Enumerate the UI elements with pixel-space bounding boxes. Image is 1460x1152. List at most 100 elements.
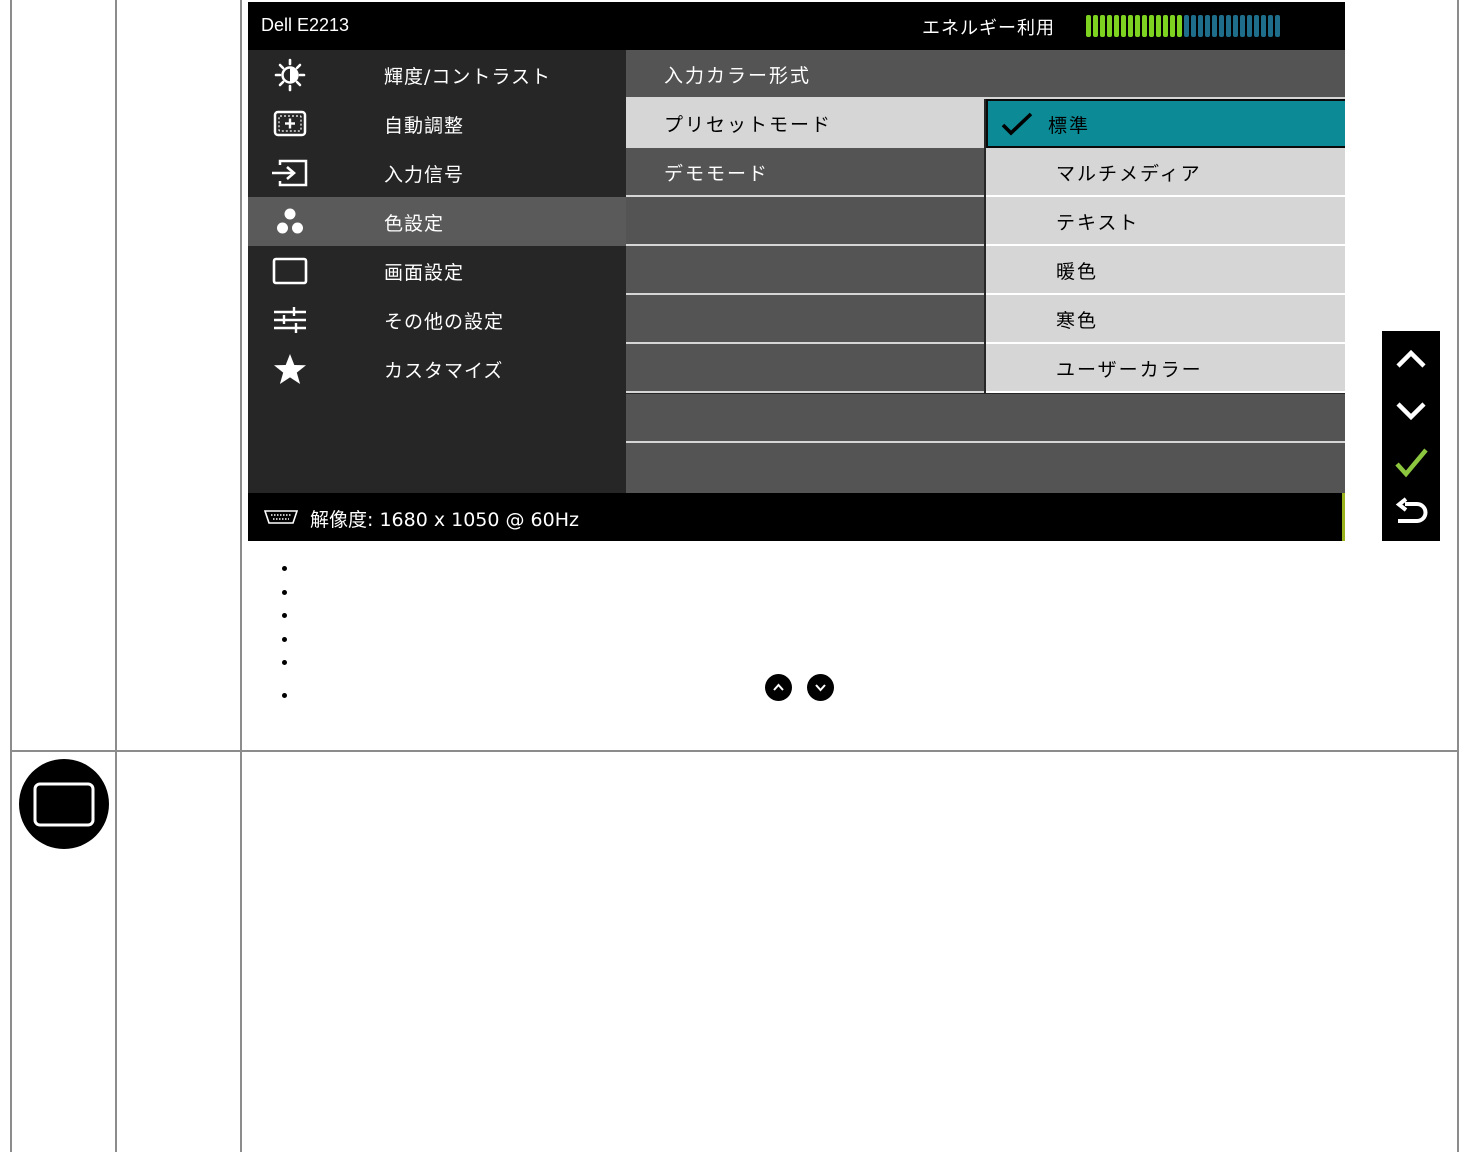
resolution-text: 解像度: 1680 x 1050 @ 60Hz <box>310 509 579 531</box>
submenu-empty-row <box>626 295 984 344</box>
submenu-empty-row <box>626 197 984 246</box>
energy-segment <box>1212 15 1217 37</box>
up-arrow-icon[interactable] <box>1393 341 1429 377</box>
option-text[interactable]: テキスト <box>986 197 1345 246</box>
submenu-empty-row <box>626 344 984 393</box>
submenu-input-color-format[interactable]: 入力カラー形式 <box>626 50 984 99</box>
up-button-icon <box>765 674 792 701</box>
display-settings-icon <box>272 257 308 285</box>
energy-segment <box>1261 15 1266 37</box>
list-bullet <box>282 590 287 595</box>
menu-label: 自動調整 <box>384 115 465 137</box>
main-menu: 輝度/コントラスト 自動調整 入力信号 色設定 画面設定 その他の設定 カスタマ… <box>248 50 626 493</box>
submenu-label: 入力カラー形式 <box>664 65 812 87</box>
energy-segment <box>1205 15 1210 37</box>
energy-segment <box>1240 15 1245 37</box>
vga-connector-icon <box>263 510 299 524</box>
option-label: 標準 <box>1048 115 1091 137</box>
list-bullet <box>282 613 287 618</box>
submenu-preset-mode[interactable]: プリセットモード <box>626 99 984 148</box>
energy-segment <box>1149 15 1154 37</box>
display-settings-icon <box>19 759 109 849</box>
option-standard[interactable]: 標準 <box>986 99 1345 148</box>
option-label: 寒色 <box>1056 310 1099 332</box>
energy-segment <box>1191 15 1196 37</box>
menu-label: 入力信号 <box>384 164 465 186</box>
table-border-left <box>10 0 12 1152</box>
options-empty-row <box>626 394 1345 443</box>
menu-item-auto-adjust[interactable]: 自動調整 <box>248 99 626 148</box>
down-arrow-icon[interactable] <box>1393 393 1429 429</box>
energy-segment <box>1100 15 1105 37</box>
table-border-right <box>1457 0 1459 1152</box>
submenu-empty-row <box>626 246 984 295</box>
energy-segment <box>1219 15 1224 37</box>
energy-segment <box>1233 15 1238 37</box>
option-cool[interactable]: 寒色 <box>986 295 1345 344</box>
energy-segment <box>1156 15 1161 37</box>
table-row-divider <box>10 750 1459 752</box>
back-icon[interactable] <box>1393 497 1429 533</box>
option-warm[interactable]: 暖色 <box>986 246 1345 295</box>
menu-label: 輝度/コントラスト <box>384 66 552 88</box>
osd-menu: Dell E2213 エネルギー利用 輝度/コントラスト 自動調整 入力信号 色… <box>248 2 1345 541</box>
options-empty-row <box>626 443 1345 493</box>
footer-accent <box>1342 493 1345 541</box>
energy-meter <box>1086 15 1280 37</box>
energy-segment <box>1086 15 1091 37</box>
down-button-icon <box>807 674 834 701</box>
color-settings-icon <box>277 208 303 234</box>
energy-segment <box>1128 15 1133 37</box>
star-icon <box>274 354 306 384</box>
energy-segment <box>1121 15 1126 37</box>
energy-segment <box>1254 15 1259 37</box>
osd-header: Dell E2213 エネルギー利用 <box>248 2 1345 50</box>
menu-item-input-source[interactable]: 入力信号 <box>248 148 626 197</box>
energy-segment <box>1226 15 1231 37</box>
brightness-icon <box>274 58 306 92</box>
osd-navigation <box>1382 331 1440 541</box>
check-icon[interactable] <box>1393 445 1429 481</box>
energy-segment <box>1135 15 1140 37</box>
energy-segment <box>1107 15 1112 37</box>
submenu-label: プリセットモード <box>664 114 833 136</box>
option-multimedia[interactable]: マルチメディア <box>986 148 1345 197</box>
list-bullet <box>282 660 287 665</box>
options-empty-row <box>984 50 1345 99</box>
input-source-icon <box>272 159 308 187</box>
option-label: 暖色 <box>1056 261 1099 283</box>
other-settings-icon <box>274 307 306 333</box>
energy-segment <box>1093 15 1098 37</box>
menu-item-other-settings[interactable]: その他の設定 <box>248 295 626 344</box>
check-icon <box>1001 112 1033 136</box>
list-bullet <box>282 566 287 571</box>
menu-item-color-settings[interactable]: 色設定 <box>248 197 626 246</box>
list-bullet <box>282 637 287 642</box>
energy-segment <box>1198 15 1203 37</box>
energy-segment <box>1114 15 1119 37</box>
energy-label: エネルギー利用 <box>922 18 1055 39</box>
table-border-col1 <box>115 0 117 1152</box>
energy-segment <box>1170 15 1175 37</box>
monitor-model: Dell E2213 <box>261 15 350 35</box>
energy-segment <box>1184 15 1189 37</box>
table-border-col2 <box>240 0 242 1152</box>
menu-label: その他の設定 <box>384 311 505 333</box>
submenu-demo-mode[interactable]: デモモード <box>626 148 984 197</box>
osd-footer: 解像度: 1680 x 1050 @ 60Hz <box>248 493 1345 541</box>
energy-segment <box>1268 15 1273 37</box>
menu-item-display-settings[interactable]: 画面設定 <box>248 246 626 295</box>
auto-adjust-icon <box>273 110 307 137</box>
menu-item-customize[interactable]: カスタマイズ <box>248 344 626 393</box>
menu-label: 画面設定 <box>384 262 465 284</box>
option-label: ユーザーカラー <box>1056 359 1203 381</box>
menu-item-brightness-contrast[interactable]: 輝度/コントラスト <box>248 50 626 99</box>
menu-label: カスタマイズ <box>384 360 504 382</box>
energy-segment <box>1275 15 1280 37</box>
energy-segment <box>1163 15 1168 37</box>
option-label: マルチメディア <box>1056 163 1202 185</box>
energy-segment <box>1142 15 1147 37</box>
list-bullet <box>282 693 287 698</box>
option-custom-color[interactable]: ユーザーカラー <box>986 344 1345 393</box>
menu-label: 色設定 <box>384 213 445 235</box>
